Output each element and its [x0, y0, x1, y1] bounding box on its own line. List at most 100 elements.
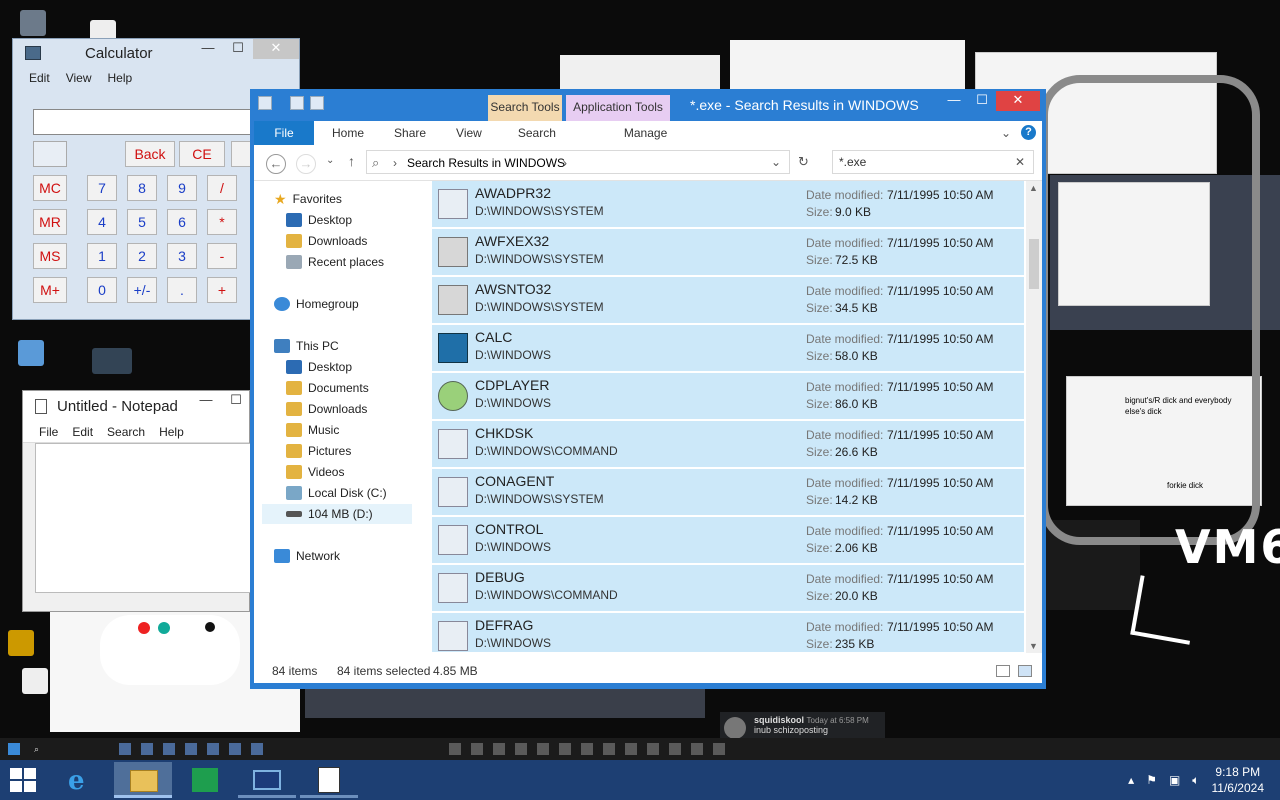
list-item[interactable]: CALC D:\WINDOWS Date modified: 7/11/1995… — [432, 325, 1024, 372]
new-folder-icon[interactable] — [290, 96, 304, 110]
desktop-file-icon[interactable] — [22, 668, 48, 694]
ms-button[interactable]: MS — [33, 243, 67, 269]
back-button[interactable]: Back — [125, 141, 175, 167]
forward-arrow-icon[interactable]: → — [296, 154, 316, 174]
start-icon[interactable] — [8, 743, 20, 755]
menu-help[interactable]: Help — [159, 425, 184, 439]
notepad-titlebar[interactable]: Untitled - Notepad — ☐ — [23, 391, 249, 421]
nav-item-pc-downloads[interactable]: Downloads — [286, 399, 367, 419]
menu-view[interactable]: View — [66, 71, 92, 85]
decimal-button[interactable]: . — [167, 277, 197, 303]
notepad-taskbar-icon[interactable] — [300, 762, 358, 798]
close-button[interactable]: ✕ — [253, 39, 299, 59]
nav-item-desktop[interactable]: Desktop — [286, 210, 352, 230]
taskbar-icons[interactable] — [119, 743, 270, 755]
list-item[interactable]: AWFXEX32 D:\WINDOWS\SYSTEM Date modified… — [432, 229, 1024, 276]
clear-entry-button[interactable]: CE — [179, 141, 225, 167]
nav-item-favorites[interactable]: ★ Favorites — [274, 189, 342, 209]
nav-item-music[interactable]: Music — [286, 420, 339, 440]
list-item[interactable]: CONAGENT D:\WINDOWS\SYSTEM Date modified… — [432, 469, 1024, 516]
vertical-scrollbar[interactable]: ▲ ▼ — [1026, 181, 1042, 653]
nav-item-local-disk[interactable]: Local Disk (C:) — [286, 483, 387, 503]
large-icons-view-icon[interactable] — [1018, 665, 1032, 677]
expand-ribbon-icon[interactable]: ⌄ — [1001, 126, 1011, 140]
digit-8-button[interactable]: 8 — [127, 175, 157, 201]
nav-item-videos[interactable]: Videos — [286, 462, 344, 482]
menu-edit[interactable]: Edit — [29, 71, 50, 85]
list-item[interactable]: AWSNTO32 D:\WINDOWS\SYSTEM Date modified… — [432, 277, 1024, 324]
minimize-button[interactable]: — — [193, 39, 223, 59]
list-item[interactable]: CONTROL D:\WINDOWS Date modified: 7/11/1… — [432, 517, 1024, 564]
nav-item-network[interactable]: Network — [274, 546, 340, 566]
explorer-window[interactable]: Search Tools Application Tools *.exe - S… — [250, 89, 1046, 689]
search-input[interactable]: *.exe ✕ — [832, 150, 1034, 174]
scroll-down-icon[interactable]: ▼ — [1029, 641, 1038, 651]
digit-0-button[interactable]: 0 — [87, 277, 117, 303]
file-explorer-taskbar-icon[interactable] — [114, 762, 172, 798]
show-hidden-icons-icon[interactable]: ▴ — [1128, 773, 1134, 787]
scroll-up-icon[interactable]: ▲ — [1029, 183, 1038, 193]
back-arrow-icon[interactable]: ← — [266, 154, 286, 174]
refresh-icon[interactable]: ↻ — [798, 154, 809, 170]
maximize-button[interactable]: ☐ — [223, 39, 253, 59]
sign-button[interactable]: +/- — [127, 277, 157, 303]
mc-button[interactable]: MC — [33, 175, 67, 201]
calculator-taskbar-icon[interactable] — [238, 762, 296, 798]
chevron-down-icon[interactable]: ⌄ — [771, 155, 781, 169]
scrollbar-thumb[interactable] — [1029, 239, 1039, 289]
nav-item-downloads[interactable]: Downloads — [286, 231, 367, 251]
recycle-bin-icon[interactable] — [20, 10, 46, 36]
digit-3-button[interactable]: 3 — [167, 243, 197, 269]
digit-1-button[interactable]: 1 — [87, 243, 117, 269]
taskbar-icons[interactable] — [449, 743, 730, 755]
list-item[interactable]: CDPLAYER D:\WINDOWS Date modified: 7/11/… — [432, 373, 1024, 420]
help-icon[interactable]: ? — [1021, 125, 1036, 140]
nav-item-pc-desktop[interactable]: Desktop — [286, 357, 352, 377]
nav-item-recent-places[interactable]: Recent places — [286, 252, 384, 272]
geometry-dash-icon[interactable] — [8, 630, 34, 656]
tab-view[interactable]: View — [456, 126, 482, 140]
store-taskbar-icon[interactable] — [176, 762, 234, 798]
settings-gear-icon[interactable] — [18, 340, 44, 366]
list-item[interactable]: DEFRAG D:\WINDOWS Date modified: 7/11/19… — [432, 613, 1024, 653]
nav-item-pictures[interactable]: Pictures — [286, 441, 351, 461]
clear-search-icon[interactable]: ✕ — [1015, 155, 1025, 169]
subtract-button[interactable]: - — [207, 243, 237, 269]
mr-button[interactable]: MR — [33, 209, 67, 235]
list-item[interactable]: DEBUG D:\WINDOWS\COMMAND Date modified: … — [432, 565, 1024, 612]
digit-9-button[interactable]: 9 — [167, 175, 197, 201]
notepad-window[interactable]: Untitled - Notepad — ☐ File Edit Search … — [22, 390, 251, 612]
menu-help[interactable]: Help — [107, 71, 132, 85]
add-button[interactable]: + — [207, 277, 237, 303]
minimize-button[interactable]: — — [940, 91, 968, 111]
start-button[interactable] — [10, 768, 38, 794]
desktop-image-icon[interactable] — [92, 348, 132, 374]
m-plus-button[interactable]: M+ — [33, 277, 67, 303]
digit-4-button[interactable]: 4 — [87, 209, 117, 235]
explorer-titlebar[interactable]: Search Tools Application Tools *.exe - S… — [250, 89, 1046, 125]
recent-locations-icon[interactable]: ⌄ — [326, 155, 334, 166]
digit-2-button[interactable]: 2 — [127, 243, 157, 269]
close-button[interactable]: ✕ — [996, 91, 1040, 111]
action-center-flag-icon[interactable]: ⚑ — [1146, 773, 1157, 787]
up-arrow-icon[interactable]: ↑ — [348, 153, 355, 169]
address-bar[interactable]: ⌕ › Search Results in WINDOWS › ⌄ — [366, 150, 790, 174]
maximize-button[interactable]: ☐ — [221, 391, 251, 411]
divide-button[interactable]: / — [207, 175, 237, 201]
nav-item-documents[interactable]: Documents — [286, 378, 369, 398]
notepad-text-area[interactable] — [35, 443, 251, 593]
volume-icon[interactable]: 🔈︎ — [1192, 773, 1199, 788]
nav-item-cd-drive[interactable]: 104 MB (D:) — [262, 504, 412, 524]
nav-item-this-pc[interactable]: This PC — [274, 336, 339, 356]
menu-edit[interactable]: Edit — [72, 425, 93, 439]
multiply-button[interactable]: * — [207, 209, 237, 235]
search-icon[interactable]: ⌕ — [34, 744, 39, 755]
digit-5-button[interactable]: 5 — [127, 209, 157, 235]
tab-search[interactable]: Search — [518, 126, 556, 140]
breadcrumb[interactable]: Search Results in WINDOWS — [407, 156, 565, 170]
properties-icon[interactable] — [258, 96, 272, 110]
digit-7-button[interactable]: 7 — [87, 175, 117, 201]
minimize-button[interactable]: — — [191, 391, 221, 411]
tab-home[interactable]: Home — [332, 126, 364, 140]
nav-item-homegroup[interactable]: Homegroup — [274, 294, 359, 314]
